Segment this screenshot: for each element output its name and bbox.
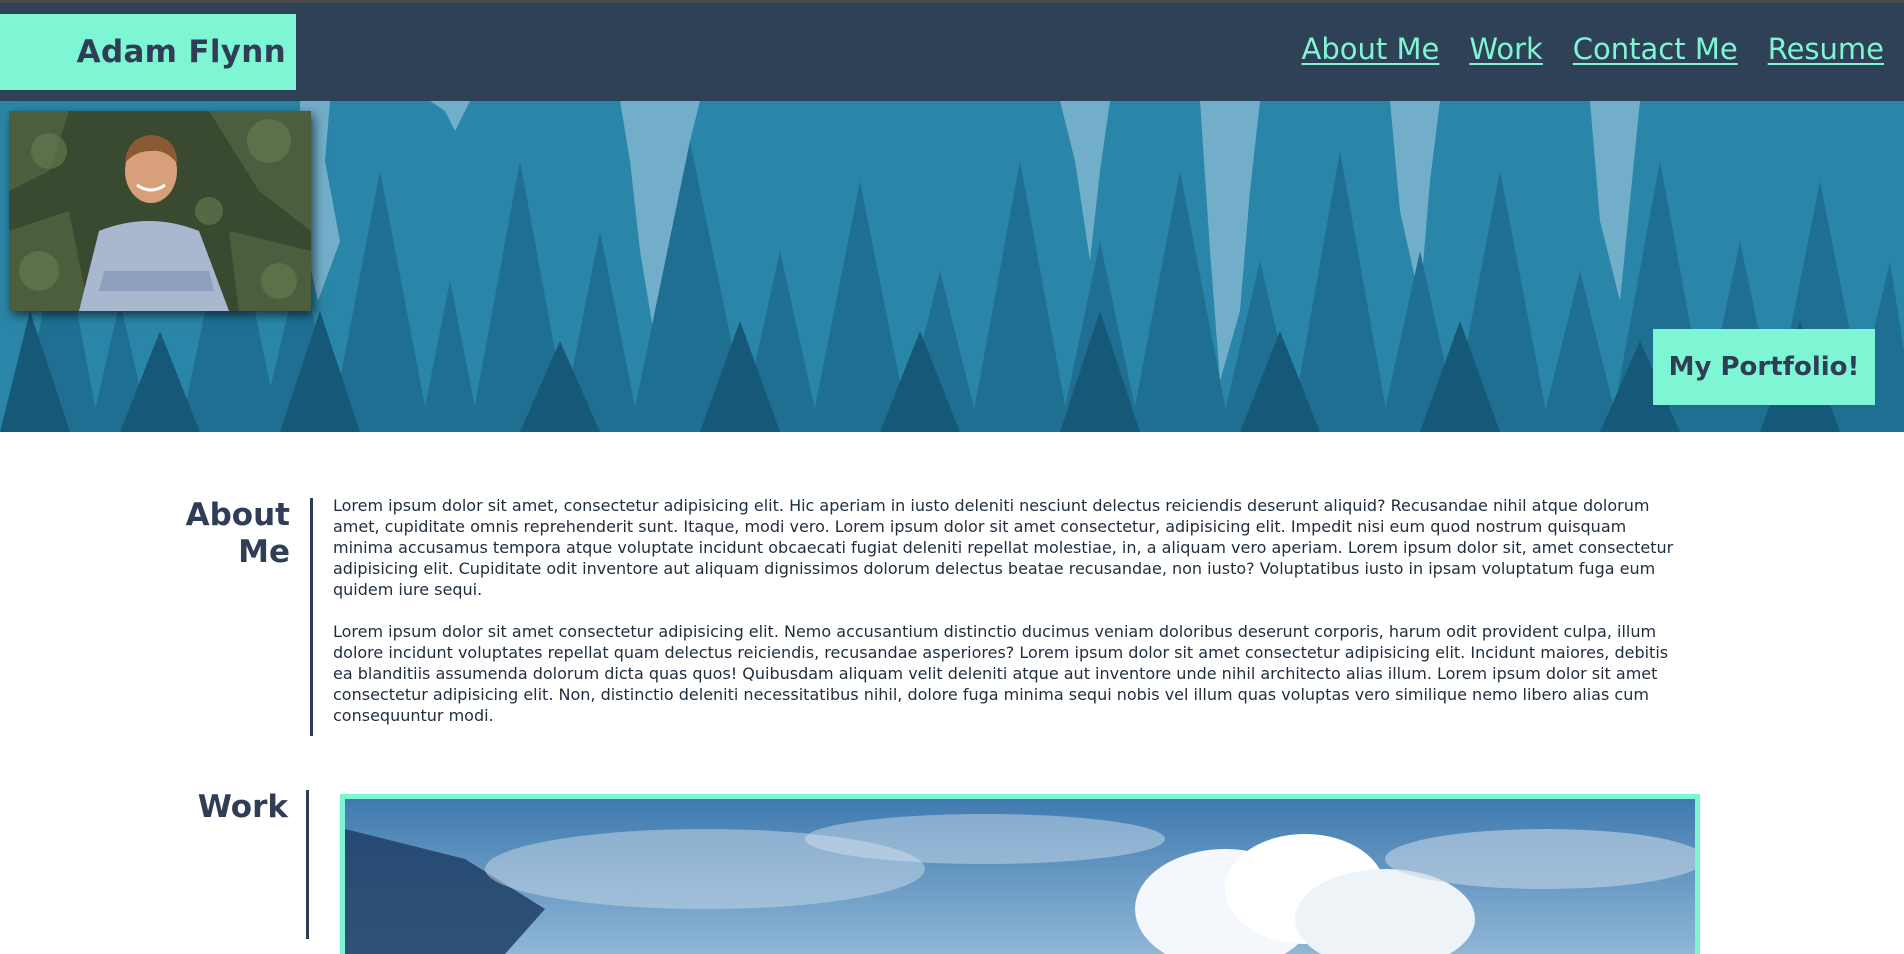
about-title-line-1: About xyxy=(185,497,290,533)
portfolio-button[interactable]: My Portfolio! xyxy=(1653,329,1875,405)
main-nav: About Me Work Contact Me Resume xyxy=(1302,32,1884,66)
about-title-line-2: Me xyxy=(238,534,290,570)
nav-link-work[interactable]: Work xyxy=(1469,32,1542,66)
about-paragraph-1: Lorem ipsum dolor sit amet, consectetur … xyxy=(333,496,1674,599)
brand-name: Adam Flynn xyxy=(76,34,286,70)
brand-logo[interactable]: Adam Flynn xyxy=(0,14,296,90)
work-project-card[interactable] xyxy=(340,794,1700,954)
about-paragraph-2: Lorem ipsum dolor sit amet consectetur a… xyxy=(333,622,1669,725)
about-divider xyxy=(310,498,313,736)
site-header: Adam Flynn About Me Work Contact Me Resu… xyxy=(0,3,1904,101)
about-section-title: About Me xyxy=(170,497,290,571)
work-section-title: Work xyxy=(197,789,288,825)
work-divider xyxy=(306,790,309,939)
nav-link-contact-me[interactable]: Contact Me xyxy=(1573,32,1738,66)
work-project-image xyxy=(345,799,1695,954)
nav-link-about-me[interactable]: About Me xyxy=(1302,32,1440,66)
nav-link-resume[interactable]: Resume xyxy=(1768,32,1884,66)
profile-photo xyxy=(9,111,311,311)
